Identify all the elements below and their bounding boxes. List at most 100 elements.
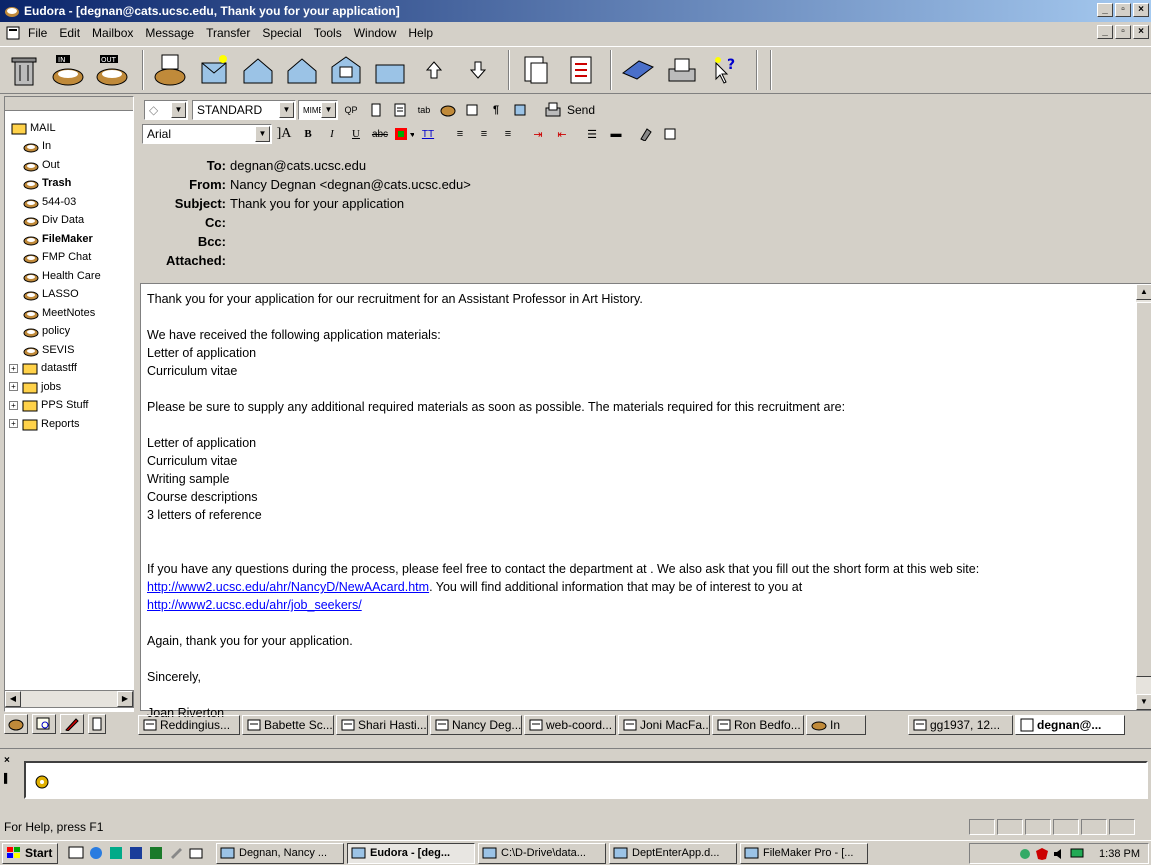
word-wrap-toggle[interactable]: tab xyxy=(414,100,434,120)
trash-button[interactable] xyxy=(4,50,44,90)
bullet-list-button[interactable]: ☰ xyxy=(582,124,602,144)
mailbox-root[interactable]: MAIL xyxy=(5,119,133,138)
tray-network-icon[interactable] xyxy=(1018,847,1032,861)
message-body[interactable]: Thank you for your application for our r… xyxy=(140,283,1151,720)
out-mailbox-button[interactable]: OUT xyxy=(92,50,132,90)
volume-icon[interactable] xyxy=(1052,847,1066,861)
bcc-field[interactable] xyxy=(230,233,1030,249)
tray-shield-icon[interactable] xyxy=(1035,847,1049,861)
expand-icon[interactable]: + xyxy=(9,400,18,410)
window-tab[interactable]: Shari Hasti... xyxy=(336,715,428,735)
insert-link-button[interactable] xyxy=(660,124,680,144)
window-tab[interactable]: Joni MacFa... xyxy=(618,715,710,735)
mailbox-item[interactable]: Trash xyxy=(5,174,133,193)
mailbox-item[interactable]: Health Care xyxy=(5,267,133,286)
taskbar-task[interactable]: C:\D-Drive\data... xyxy=(478,842,606,864)
attached-field[interactable] xyxy=(230,252,1030,268)
mailbox-item[interactable]: FMP Chat xyxy=(5,248,133,267)
stationery-select[interactable]: STANDARD ▼ xyxy=(192,100,296,120)
menu-edit[interactable]: Edit xyxy=(59,26,80,40)
to-field[interactable]: degnan@cats.ucsc.edu xyxy=(230,158,366,173)
subject-field[interactable]: Thank you for your application xyxy=(230,196,404,211)
utility-icon[interactable] xyxy=(168,845,184,861)
taskbar-task[interactable]: Degnan, Nancy ... xyxy=(216,842,344,864)
from-field[interactable]: Nancy Degnan <degnan@cats.ucsc.edu> xyxy=(230,177,471,192)
menu-window[interactable]: Window xyxy=(354,26,397,40)
child-restore-button[interactable]: ▫ xyxy=(1115,25,1131,39)
scroll-right-button[interactable]: ▶ xyxy=(117,691,133,707)
mailbox-item[interactable]: In xyxy=(5,137,133,156)
forward-button[interactable] xyxy=(326,50,366,90)
window-tab[interactable]: Ron Bedfo... xyxy=(712,715,804,735)
paragraph-toggle[interactable]: ¶ xyxy=(486,100,506,120)
reply-all-button[interactable] xyxy=(282,50,322,90)
menu-file[interactable]: File xyxy=(28,26,47,40)
cc-field[interactable] xyxy=(230,214,1030,230)
expand-icon[interactable]: + xyxy=(9,363,18,373)
return-receipt-toggle[interactable] xyxy=(462,100,482,120)
mime-select[interactable]: MIME ▼ xyxy=(298,100,338,120)
signature-toggle[interactable] xyxy=(510,100,530,120)
text-as-doc-toggle[interactable] xyxy=(390,100,410,120)
excel-icon[interactable] xyxy=(148,845,164,861)
minimize-button[interactable]: _ xyxy=(1097,3,1113,17)
tray-computer-icon[interactable] xyxy=(1069,847,1085,861)
attach-button[interactable] xyxy=(516,50,556,90)
print-button[interactable] xyxy=(662,50,702,90)
font-size-button[interactable]: ]A xyxy=(274,124,294,144)
maximize-button[interactable]: ▫ xyxy=(1115,3,1131,17)
start-button[interactable]: Start xyxy=(2,842,58,864)
window-tab[interactable]: In xyxy=(806,715,866,735)
address-book-button[interactable] xyxy=(560,50,600,90)
mailbox-item[interactable]: LASSO xyxy=(5,285,133,304)
signatures-tab[interactable] xyxy=(88,714,106,734)
mailbox-item[interactable]: + datastff xyxy=(5,359,133,378)
menu-tools[interactable]: Tools xyxy=(314,26,342,40)
in-mailbox-button[interactable]: IN xyxy=(48,50,88,90)
menu-help[interactable]: Help xyxy=(408,26,433,40)
child-minimize-button[interactable]: _ xyxy=(1097,25,1113,39)
close-button[interactable]: × xyxy=(1133,3,1149,17)
expand-icon[interactable]: + xyxy=(9,382,18,392)
mailbox-item[interactable]: + Reports xyxy=(5,415,133,434)
mailbox-item[interactable]: FileMaker xyxy=(5,230,133,249)
mailbox-item[interactable]: MeetNotes xyxy=(5,304,133,323)
word-icon[interactable] xyxy=(128,845,144,861)
window-tab[interactable]: Nancy Deg... xyxy=(430,715,522,735)
menu-mailbox[interactable]: Mailbox xyxy=(92,26,133,40)
scroll-down-button[interactable]: ▼ xyxy=(1136,694,1151,710)
job-seekers-link[interactable]: http://www2.ucsc.edu/ahr/job_seekers/ xyxy=(147,598,362,612)
align-left-button[interactable]: ≡ xyxy=(450,124,470,144)
browser-icon[interactable] xyxy=(88,845,104,861)
mailbox-item[interactable]: Div Data xyxy=(5,211,133,230)
filereport-tab[interactable] xyxy=(32,714,56,734)
font-select[interactable]: Arial ▼ xyxy=(142,124,272,144)
mailbox-item[interactable]: + PPS Stuff xyxy=(5,396,133,415)
window-tab[interactable]: Babette Sc... xyxy=(242,715,334,735)
underline-button[interactable]: U xyxy=(346,124,366,144)
mailbox-item[interactable]: 544-03 xyxy=(5,193,133,212)
menu-special[interactable]: Special xyxy=(262,26,301,40)
strikethrough-button[interactable]: abc xyxy=(370,124,390,144)
child-close-button[interactable]: × xyxy=(1133,25,1149,39)
body-vscrollbar[interactable]: ▲ ▼ xyxy=(1136,284,1151,710)
align-right-button[interactable]: ≡ xyxy=(498,124,518,144)
taskbar-task[interactable]: FileMaker Pro - [... xyxy=(740,842,868,864)
scroll-thumb[interactable] xyxy=(1136,302,1151,677)
attach-toggle[interactable] xyxy=(366,100,386,120)
app-icon[interactable] xyxy=(108,845,124,861)
filters-button[interactable] xyxy=(618,50,658,90)
italic-button[interactable]: I xyxy=(322,124,342,144)
mailbox-item[interactable]: policy xyxy=(5,322,133,341)
document-icon[interactable] xyxy=(6,26,20,40)
form-link[interactable]: http://www2.ucsc.edu/ahr/NancyD/NewAAcar… xyxy=(147,580,429,594)
window-tab[interactable]: web-coord... xyxy=(524,715,616,735)
window-tab[interactable]: Reddingius... xyxy=(138,715,240,735)
qp-toggle[interactable]: QP xyxy=(340,100,362,120)
desktop-icon[interactable] xyxy=(68,845,84,861)
stationery-tab[interactable] xyxy=(60,714,84,734)
mailbox-item[interactable]: + jobs xyxy=(5,378,133,397)
bold-button[interactable]: B xyxy=(298,124,318,144)
horizontal-rule-button[interactable]: ▬ xyxy=(606,124,626,144)
pane-grip-icon[interactable]: ▌ xyxy=(4,773,18,787)
